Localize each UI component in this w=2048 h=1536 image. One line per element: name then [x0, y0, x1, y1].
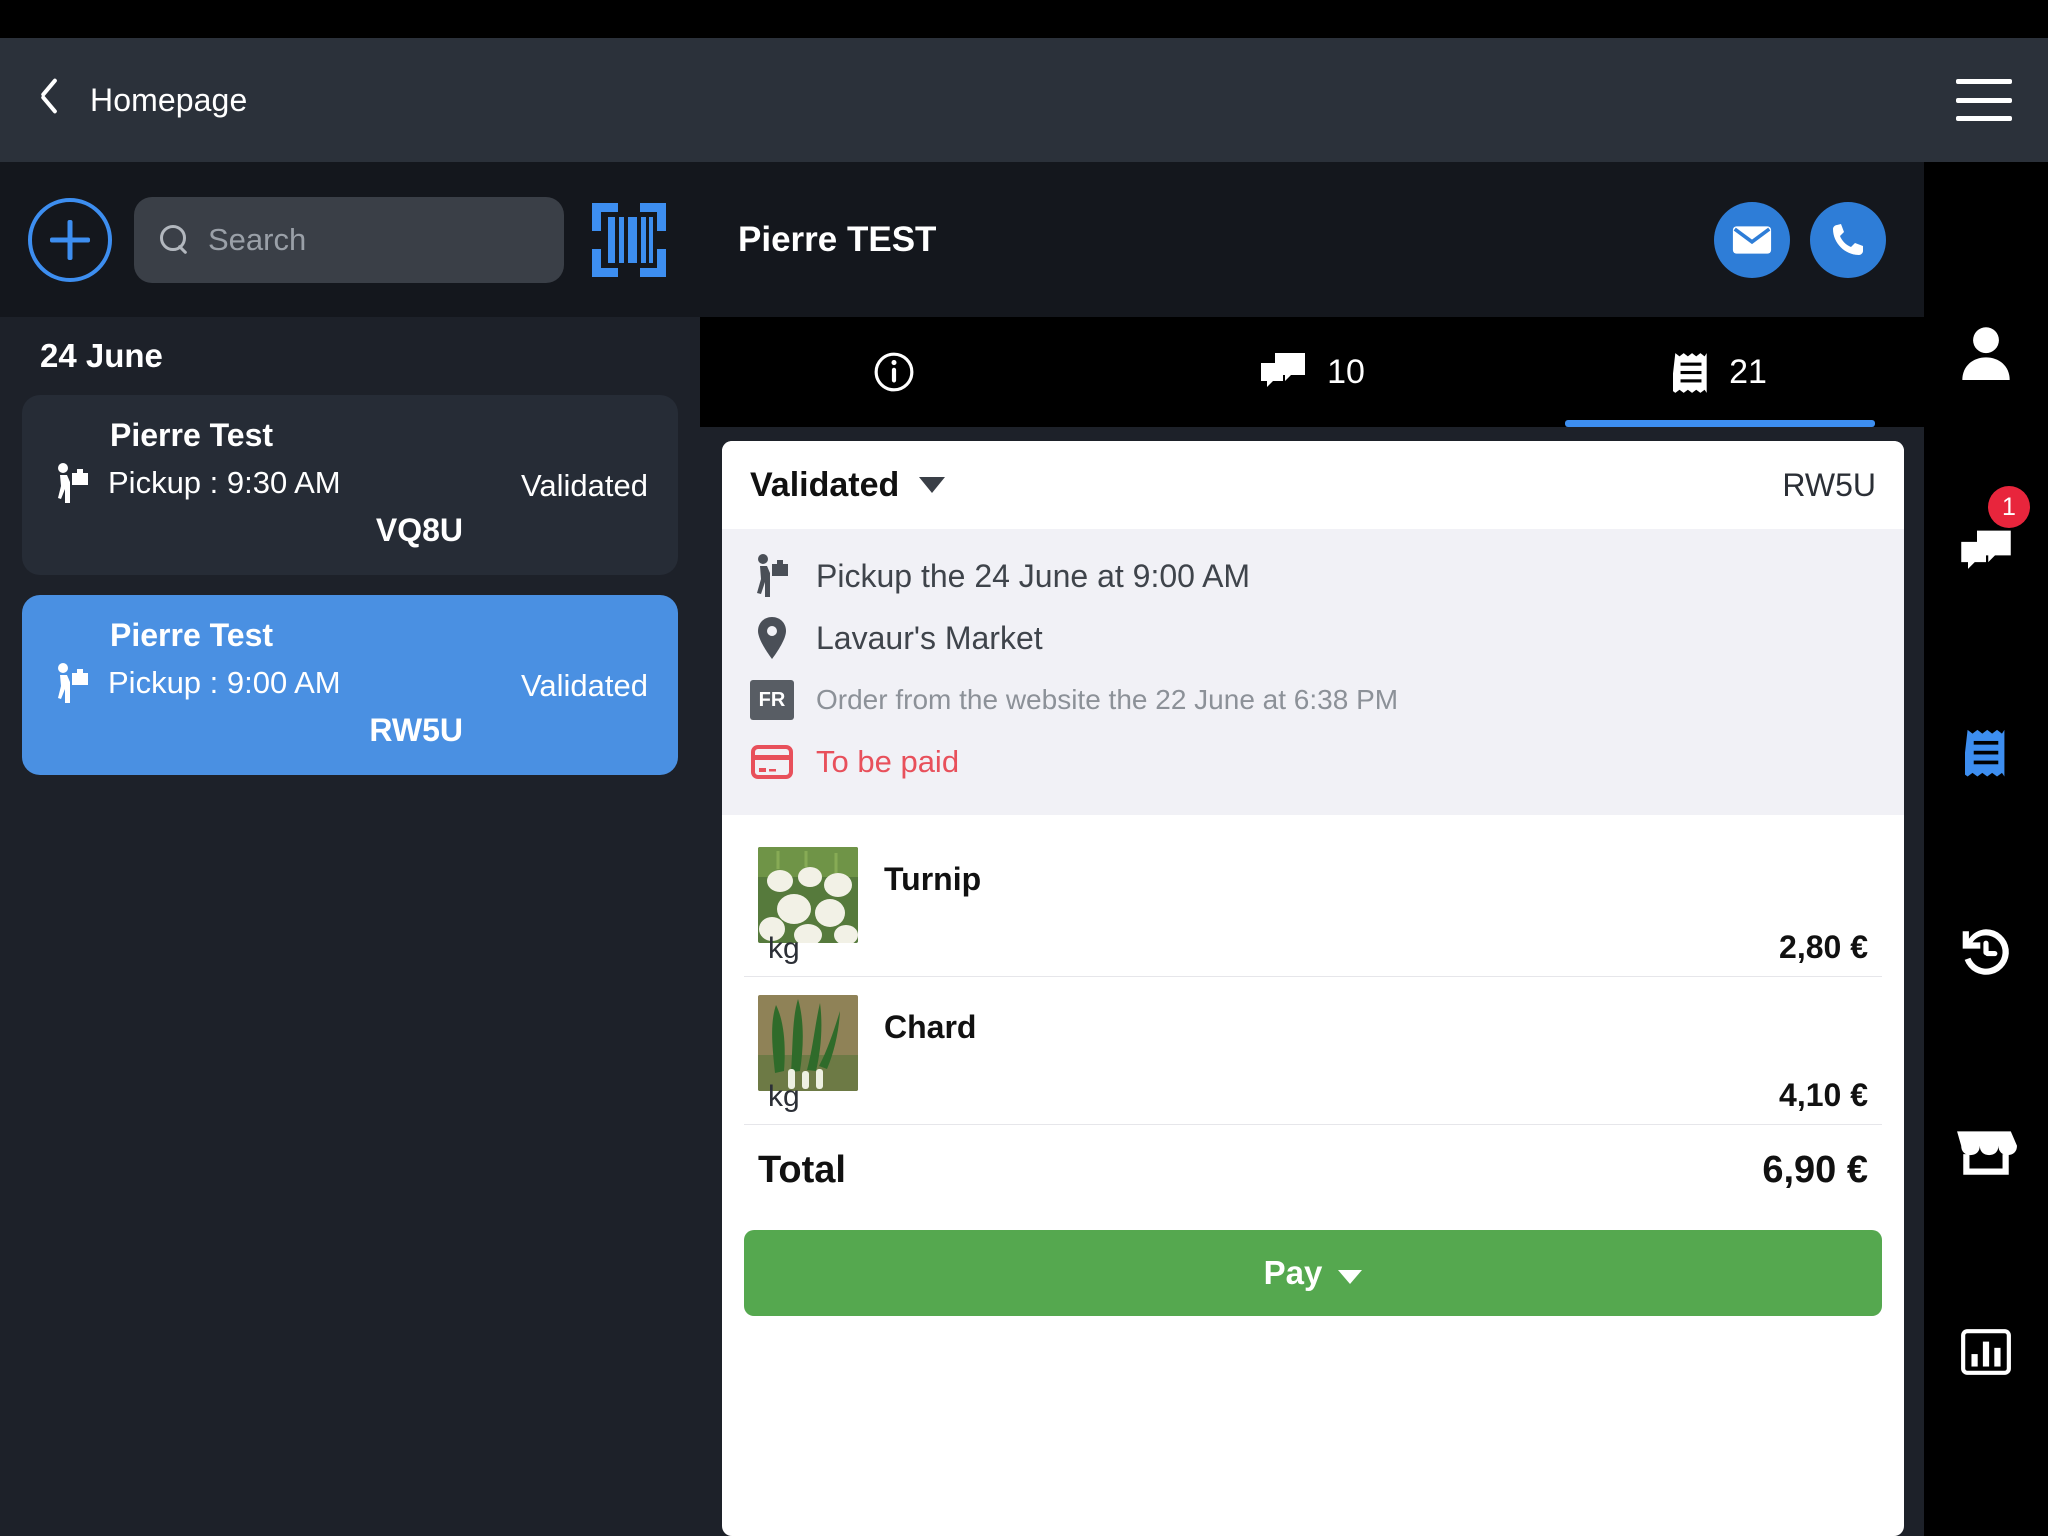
- pickup-row: Pickup the 24 June at 9:00 AM: [750, 545, 1876, 607]
- receipt-icon: [1673, 353, 1707, 393]
- order-pickup-line: Pickup : 9:00 AM: [52, 662, 463, 704]
- total-value: 6,90 €: [1762, 1149, 1868, 1191]
- search-placeholder: Search: [208, 221, 307, 257]
- tab-orders-count: 21: [1729, 352, 1767, 391]
- chevron-left-icon[interactable]: [34, 80, 68, 120]
- receipt-icon: [1965, 729, 2005, 777]
- rail-item-orders[interactable]: [1924, 652, 2048, 852]
- history-clock-icon: [1962, 929, 2009, 975]
- date-header: 24 June: [0, 317, 700, 395]
- list-item[interactable]: Pierre Test Pickup : 9:30 AM Validated V…: [22, 395, 678, 575]
- tab-info[interactable]: [700, 317, 1108, 427]
- store-icon: [1957, 1131, 2017, 1175]
- main-body: Search 24 June Pierre Test Pickup: 9:30…: [0, 162, 2048, 1536]
- info-circle-icon: [874, 352, 914, 392]
- table-row[interactable]: Chard kg 4,10 €: [744, 977, 1882, 1125]
- hamburger-menu-icon[interactable]: [1956, 79, 2012, 121]
- item-price: 4,10 €: [1779, 1077, 1868, 1113]
- order-info-block: Pickup the 24 June at 9:00 AM Lavaur's M…: [722, 529, 1904, 815]
- order-items-list: Turnip kg 2,80 € Chard kg 4,10 € Total 6…: [744, 829, 1882, 1214]
- messages-badge: 1: [1988, 486, 2030, 528]
- source-text: Order from the website the 22 June at 6:…: [816, 684, 1399, 715]
- order-customer-name: Pierre Test: [110, 417, 274, 453]
- customer-header: Pierre TEST: [700, 162, 1924, 317]
- item-unit: kg: [768, 932, 800, 965]
- chat-bubbles-icon: [1261, 353, 1306, 387]
- item-price: 2,80 €: [1779, 929, 1868, 965]
- order-detail-wrapper: Validated RW5U Pickup the 24 June at 9:0…: [700, 427, 1924, 1536]
- person-icon: [1962, 327, 2010, 380]
- rail-item-messages[interactable]: 1: [1924, 452, 2048, 652]
- turnip-photo: [758, 847, 858, 943]
- item-unit: kg: [768, 1080, 800, 1113]
- chat-bubbles-icon: [1961, 530, 2011, 569]
- order-list: Pierre Test Pickup : 9:30 AM Validated V…: [0, 395, 700, 775]
- list-item[interactable]: Pierre Test Pickup : 9:00 AM Validated R…: [22, 595, 678, 775]
- page-title: Homepage: [90, 81, 248, 118]
- pickup-person-icon: [750, 550, 794, 602]
- credit-card-icon: [750, 736, 794, 788]
- pickup-person-icon: [58, 463, 88, 503]
- orders-toolbar: Search: [0, 162, 700, 317]
- phone-icon[interactable]: [1810, 201, 1886, 278]
- order-pickup-text: Pickup : 9:30 AM: [108, 465, 341, 500]
- order-detail-card: Validated RW5U Pickup the 24 June at 9:0…: [722, 441, 1904, 1536]
- order-pickup-line: Pickup : 9:30 AM: [52, 462, 463, 504]
- order-status-label[interactable]: Validated: [750, 466, 899, 505]
- barcode-scan-icon[interactable]: [586, 197, 672, 283]
- app-root: Homepage Search 24 June Pierre Test Pick…: [0, 0, 2048, 1536]
- pickup-text: Pickup the 24 June at 9:00 AM: [816, 557, 1251, 594]
- order-status: Validated: [521, 668, 648, 703]
- order-code: RW5U: [369, 712, 464, 748]
- order-code: RW5U: [1782, 466, 1876, 503]
- customer-name: Pierre TEST: [738, 219, 937, 259]
- order-customer-name: Pierre Test: [110, 617, 274, 653]
- rail-item-history[interactable]: [1924, 852, 2048, 1052]
- chevron-down-icon[interactable]: [919, 477, 946, 493]
- payment-status: To be paid: [816, 744, 960, 779]
- bar-chart-icon: [1961, 1329, 2011, 1375]
- status-bar: [0, 0, 2048, 38]
- tab-orders[interactable]: 21: [1516, 317, 1924, 427]
- order-code: VQ8U: [375, 512, 464, 548]
- map-pin-icon: [750, 612, 794, 664]
- plus-circle-icon[interactable]: [28, 197, 112, 282]
- detail-tabs: 10 21: [700, 317, 1924, 427]
- tab-messages[interactable]: 10: [1108, 317, 1516, 427]
- search-icon: [160, 224, 190, 255]
- orders-sidebar: Search 24 June Pierre Test Pickup: 9:30…: [0, 162, 700, 1536]
- language-badge: FR: [750, 680, 794, 720]
- total-label: Total: [758, 1149, 846, 1191]
- location-text: Lavaur's Market: [816, 619, 1043, 656]
- order-total-row: Total 6,90 €: [744, 1125, 1882, 1214]
- pickup-person-icon: [58, 663, 88, 703]
- payment-row: To be paid: [750, 731, 1876, 793]
- item-name: Turnip: [884, 861, 982, 897]
- chard-photo: [758, 995, 858, 1091]
- envelope-icon[interactable]: [1714, 201, 1790, 278]
- order-pickup-text: Pickup : 9:00 AM: [108, 665, 341, 700]
- order-status: Validated: [521, 468, 648, 503]
- location-row: Lavaur's Market: [750, 607, 1876, 669]
- top-navigation-bar: Homepage: [0, 38, 2048, 162]
- rail-item-store[interactable]: [1924, 1052, 2048, 1252]
- source-row: FR Order from the website the 22 June at…: [750, 669, 1876, 731]
- tab-messages-count: 10: [1327, 352, 1365, 391]
- chevron-down-icon: [1338, 1270, 1363, 1284]
- table-row[interactable]: Turnip kg 2,80 €: [744, 829, 1882, 977]
- pay-button-label: Pay: [1263, 1254, 1323, 1291]
- pay-button-wrapper: Pay: [722, 1214, 1904, 1338]
- pay-button[interactable]: Pay: [744, 1230, 1882, 1316]
- right-rail-navigation: 1: [1924, 162, 2048, 1536]
- rail-item-customers[interactable]: [1924, 252, 2048, 452]
- order-status-bar: Validated RW5U: [722, 441, 1904, 529]
- order-detail-panel: Pierre TEST 10 21 Validated RW5U Pickup …: [700, 162, 1924, 1536]
- rail-item-statistics[interactable]: [1924, 1252, 2048, 1452]
- search-input[interactable]: Search: [134, 196, 564, 283]
- item-name: Chard: [884, 1009, 977, 1045]
